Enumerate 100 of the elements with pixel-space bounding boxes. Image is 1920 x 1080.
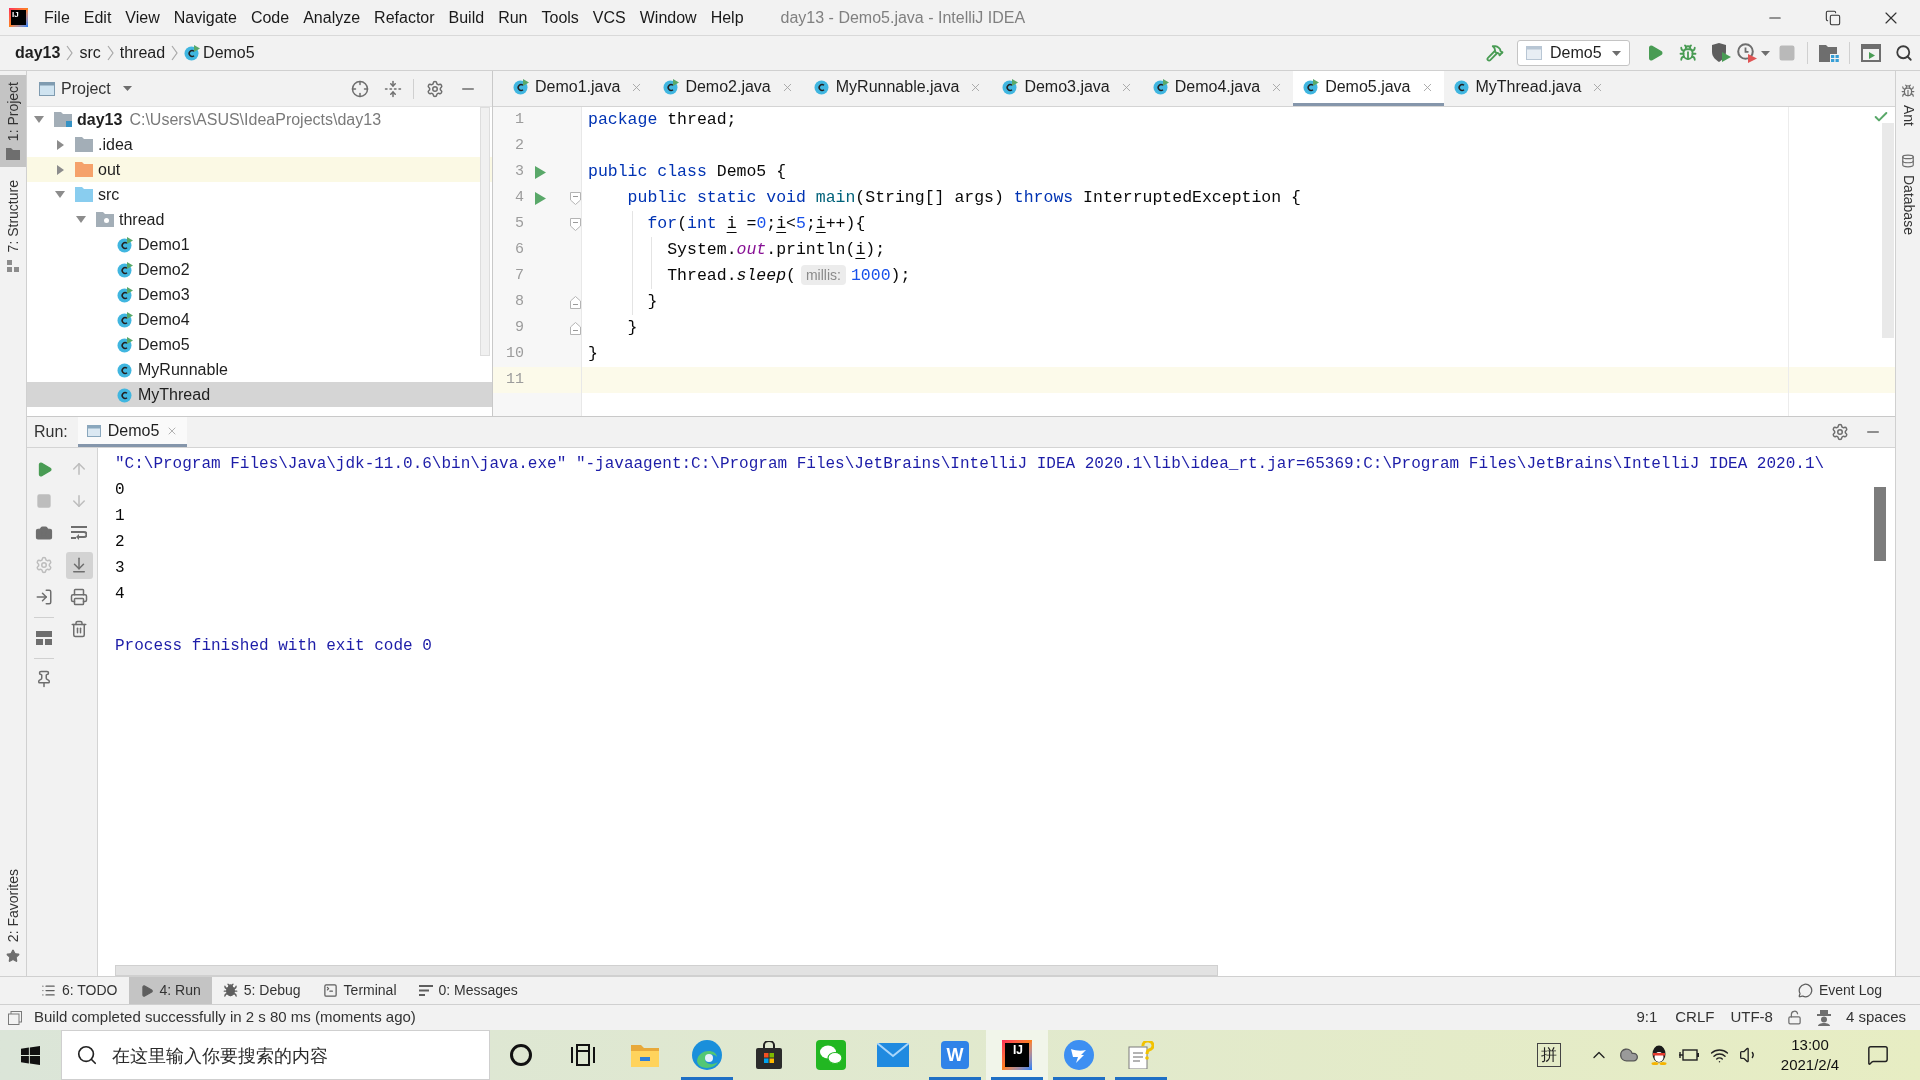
panel-toggle-icon[interactable]	[8, 1010, 22, 1025]
taskbar-button[interactable]: IJ	[986, 1030, 1048, 1080]
tool-window-button[interactable]: 0: Messages	[407, 977, 529, 1004]
tool-window-button[interactable]: 1: Project	[0, 75, 26, 168]
four-panes-icon[interactable]	[21, 1045, 40, 1065]
menu-item[interactable]: Tools	[534, 0, 586, 35]
menu-item[interactable]: File	[37, 0, 77, 35]
caret-down-icon[interactable]	[1761, 50, 1770, 56]
clock-play-icon[interactable]	[1737, 43, 1757, 63]
tool-window-button[interactable]: 4: Run	[128, 977, 212, 1004]
tree-item[interactable]: Demo3	[117, 282, 190, 307]
menu-item[interactable]: Run	[491, 0, 535, 35]
play-icon[interactable]	[535, 191, 546, 205]
tree-arrow-icon[interactable]	[56, 164, 64, 175]
play-icon[interactable]	[535, 165, 546, 179]
run-tab[interactable]: Demo5	[77, 417, 188, 447]
caret-down-icon[interactable]	[122, 86, 132, 91]
fold-marker-icon[interactable]	[570, 295, 581, 309]
folder-grid-icon[interactable]	[1818, 44, 1839, 62]
collapse-icon[interactable]	[383, 79, 402, 98]
breadcrumb[interactable]: Demo5	[184, 41, 255, 65]
scrollbar-thumb[interactable]	[1882, 123, 1894, 338]
editor-tab[interactable]: Demo1.java	[503, 71, 654, 106]
tool-window-button[interactable]: Ant	[1896, 77, 1920, 133]
breadcrumb[interactable]: src	[79, 41, 101, 65]
cloud-icon[interactable]	[1619, 1045, 1639, 1065]
arrow-down-to-line-icon[interactable]	[70, 556, 88, 574]
settings-icon[interactable]	[425, 79, 444, 98]
tree-item[interactable]: Demo4	[117, 307, 190, 332]
menu-item[interactable]: Code	[243, 0, 297, 35]
tool-window-button[interactable]: 5: Debug	[211, 977, 312, 1004]
tree-item[interactable]: src	[75, 182, 120, 207]
menu-item[interactable]: Edit	[76, 0, 119, 35]
line-separator[interactable]: CRLF	[1675, 1006, 1715, 1029]
restore-icon[interactable]	[1825, 9, 1841, 26]
menu-item[interactable]: Refactor	[367, 0, 442, 35]
crosshair-icon[interactable]	[350, 79, 369, 98]
menu-item[interactable]: VCS	[585, 0, 633, 35]
tree-item[interactable]: .idea	[75, 132, 133, 157]
caret-position[interactable]: 9:1	[1636, 1006, 1658, 1029]
box-arrow-icon[interactable]	[35, 588, 53, 606]
menu-item[interactable]: Help	[703, 0, 751, 35]
shield-play-icon[interactable]	[1710, 43, 1731, 63]
tree-item[interactable]: out	[75, 157, 121, 182]
tool-window-button[interactable]: Database	[1896, 147, 1920, 242]
editor-tab[interactable]: Demo3.java	[992, 71, 1143, 106]
menu-item[interactable]: Window	[632, 0, 704, 35]
tree-item[interactable]: day13 C:\Users\ASUS\IdeaProjects\day13	[54, 107, 382, 132]
editor-tab[interactable]: Demo4.java	[1142, 71, 1294, 106]
ime-indicator[interactable]: 拼	[1537, 1043, 1561, 1067]
unlocked-lock-icon[interactable]	[1786, 1010, 1802, 1025]
tool-window-button[interactable]: 7: Structure	[0, 173, 26, 279]
event-log-button[interactable]: Event Log	[1797, 977, 1882, 1004]
wrap-text-icon[interactable]	[71, 526, 87, 540]
hat-person-icon[interactable]	[1815, 1009, 1832, 1026]
tree-item[interactable]: MyRunnable	[117, 357, 228, 382]
editor-tab[interactable]: MyThread.java	[1443, 71, 1615, 106]
clock[interactable]: 13:00 2021/2/4	[1764, 1035, 1856, 1075]
search-icon[interactable]	[1894, 44, 1913, 62]
penguin-icon[interactable]	[1650, 1045, 1668, 1065]
search-field[interactable]: 在这里输入你要搜索的内容	[61, 1030, 490, 1080]
camera-icon[interactable]	[35, 524, 53, 542]
tree-item[interactable]: MyThread	[117, 382, 211, 407]
notification-icon[interactable]	[1867, 1044, 1889, 1066]
menu-item[interactable]: Navigate	[166, 0, 244, 35]
window-play-icon[interactable]	[1860, 44, 1881, 62]
view-selector[interactable]: Project	[39, 76, 132, 101]
tree-arrow-icon[interactable]	[56, 139, 64, 150]
menu-item[interactable]: Analyze	[296, 0, 368, 35]
fold-marker-icon[interactable]	[570, 321, 581, 335]
tool-window-button[interactable]: 6: TODO	[30, 977, 129, 1004]
printer-icon[interactable]	[70, 588, 88, 606]
editor-tab[interactable]: Demo5.java	[1293, 71, 1444, 106]
tree-item[interactable]: Demo5	[117, 332, 190, 357]
horizontal-scrollbar[interactable]	[115, 965, 1218, 976]
tool-window-button[interactable]: 2: Favorites	[0, 861, 26, 970]
tree-arrow-icon[interactable]	[76, 216, 86, 223]
tree-item[interactable]: thread	[96, 207, 165, 232]
pin-icon[interactable]	[35, 670, 53, 688]
tree-item[interactable]: Demo1	[117, 232, 190, 257]
menu-item[interactable]: View	[118, 0, 167, 35]
settings-icon[interactable]	[1830, 423, 1849, 441]
fold-marker-icon[interactable]	[570, 191, 581, 205]
file-encoding[interactable]: UTF-8	[1730, 1006, 1773, 1029]
indent-setting[interactable]: 4 spaces	[1845, 1006, 1906, 1029]
layout-icon[interactable]	[36, 631, 52, 645]
tree-arrow-icon[interactable]	[34, 116, 44, 123]
taskbar-button[interactable]: W	[924, 1030, 986, 1080]
tree-arrow-icon[interactable]	[55, 191, 65, 198]
caret-down-icon[interactable]	[1612, 50, 1621, 56]
editor-tab[interactable]: Demo2.java	[653, 71, 804, 106]
toggle-button[interactable]	[65, 551, 93, 579]
tree-item[interactable]: Demo2	[117, 257, 190, 282]
breadcrumb[interactable]: thread	[119, 41, 166, 65]
editor-tab[interactable]: MyRunnable.java	[803, 71, 993, 106]
fold-marker-icon[interactable]	[570, 217, 581, 231]
breadcrumb[interactable]: day13	[15, 41, 61, 65]
scrollbar-thumb[interactable]	[1874, 487, 1886, 561]
tool-window-button[interactable]: Terminal	[311, 977, 408, 1004]
trash-icon[interactable]	[70, 620, 88, 638]
